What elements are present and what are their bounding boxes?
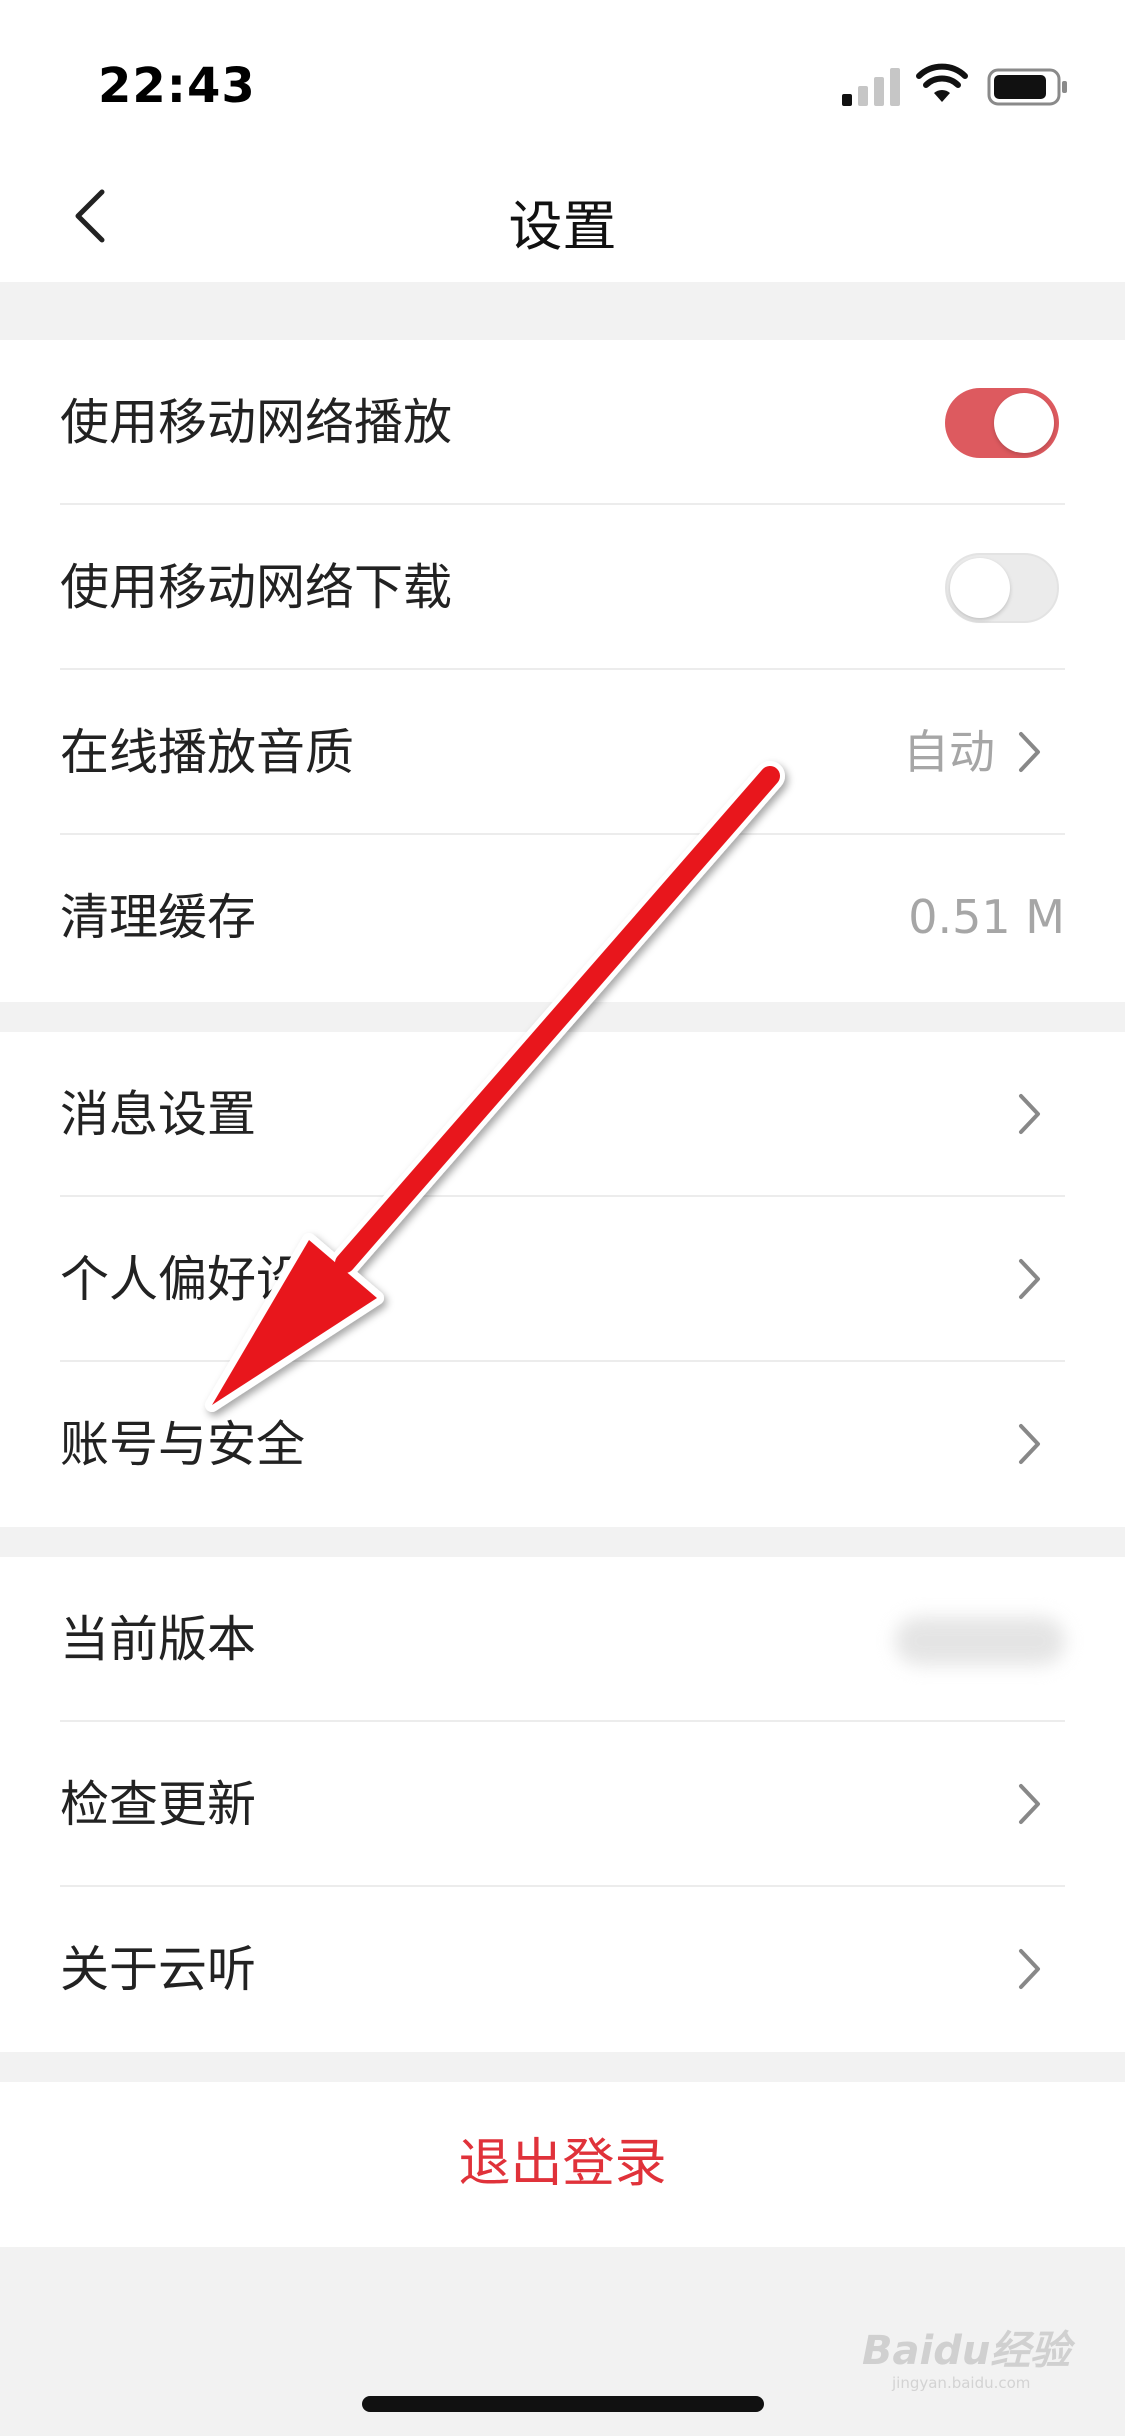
settings-row-check-update[interactable]: 检查更新	[60, 1722, 1065, 1887]
mobile-download-toggle[interactable]	[945, 553, 1059, 623]
cellular-signal-icon	[842, 68, 900, 106]
settings-row-mobile-play: 使用移动网络播放	[60, 340, 1065, 505]
cache-size-value: 0.51 M	[908, 890, 1065, 944]
mobile-play-toggle[interactable]	[945, 388, 1059, 458]
settings-row-mobile-download: 使用移动网络下载	[60, 505, 1065, 670]
row-label: 使用移动网络下载	[60, 559, 453, 616]
toggle-knob	[994, 393, 1054, 453]
nav-bar: 设置	[0, 150, 1125, 282]
row-label: 账号与安全	[60, 1416, 306, 1473]
row-label: 清理缓存	[60, 889, 257, 946]
status-time: 22:43	[98, 58, 256, 114]
settings-row-version: 当前版本	[60, 1557, 1065, 1722]
settings-row-about[interactable]: 关于云听	[60, 1887, 1065, 2052]
chevron-right-icon	[1019, 1424, 1040, 1464]
settings-group-account: 消息设置 个人偏好设置 账号与安全	[0, 1032, 1125, 1527]
settings-group-playback: 使用移动网络播放 使用移动网络下载 在线播放音质 自动 清理缓存 0.51 M	[0, 340, 1125, 1002]
settings-row-clear-cache[interactable]: 清理缓存 0.51 M	[60, 835, 1065, 1000]
settings-screen: 22:43 设置 使用移动网络播放 使用移动网络下载 在线播放音质 自动 清理缓…	[0, 0, 1125, 2436]
chevron-right-icon	[1019, 1094, 1040, 1134]
row-label: 使用移动网络播放	[60, 394, 453, 451]
settings-group-about: 当前版本 检查更新 关于云听	[0, 1557, 1125, 2052]
chevron-right-icon	[1019, 1784, 1040, 1824]
row-label: 关于云听	[60, 1941, 257, 1998]
row-label: 当前版本	[60, 1611, 257, 1668]
battery-icon	[987, 68, 1067, 106]
settings-row-audio-quality[interactable]: 在线播放音质 自动	[60, 670, 1065, 835]
logout-button[interactable]: 退出登录	[0, 2082, 1125, 2247]
chevron-right-icon	[1019, 1949, 1040, 1989]
status-bar: 22:43	[0, 0, 1125, 150]
home-indicator[interactable]	[362, 2396, 764, 2412]
watermark-brand: Baidu经验	[862, 2328, 1071, 2374]
row-label: 消息设置	[60, 1086, 257, 1143]
watermark-url: jingyan.baidu.com	[892, 2374, 1031, 2392]
row-label: 检查更新	[60, 1776, 257, 1833]
wifi-icon	[916, 63, 968, 102]
baidu-watermark: Baidu经验 jingyan.baidu.com	[862, 2318, 1082, 2392]
toggle-knob	[950, 558, 1010, 618]
chevron-right-icon	[1019, 732, 1040, 772]
settings-row-preferences[interactable]: 个人偏好设置	[60, 1197, 1065, 1362]
row-label: 在线播放音质	[60, 724, 355, 781]
page-title: 设置	[508, 195, 617, 258]
settings-group-logout: 退出登录	[0, 2082, 1125, 2247]
audio-quality-value: 自动	[903, 725, 995, 779]
settings-row-messages[interactable]: 消息设置	[60, 1032, 1065, 1197]
settings-row-account-security[interactable]: 账号与安全	[60, 1362, 1065, 1527]
version-value-blurred	[895, 1617, 1065, 1665]
row-label: 个人偏好设置	[60, 1251, 355, 1308]
chevron-right-icon	[1019, 1259, 1040, 1299]
